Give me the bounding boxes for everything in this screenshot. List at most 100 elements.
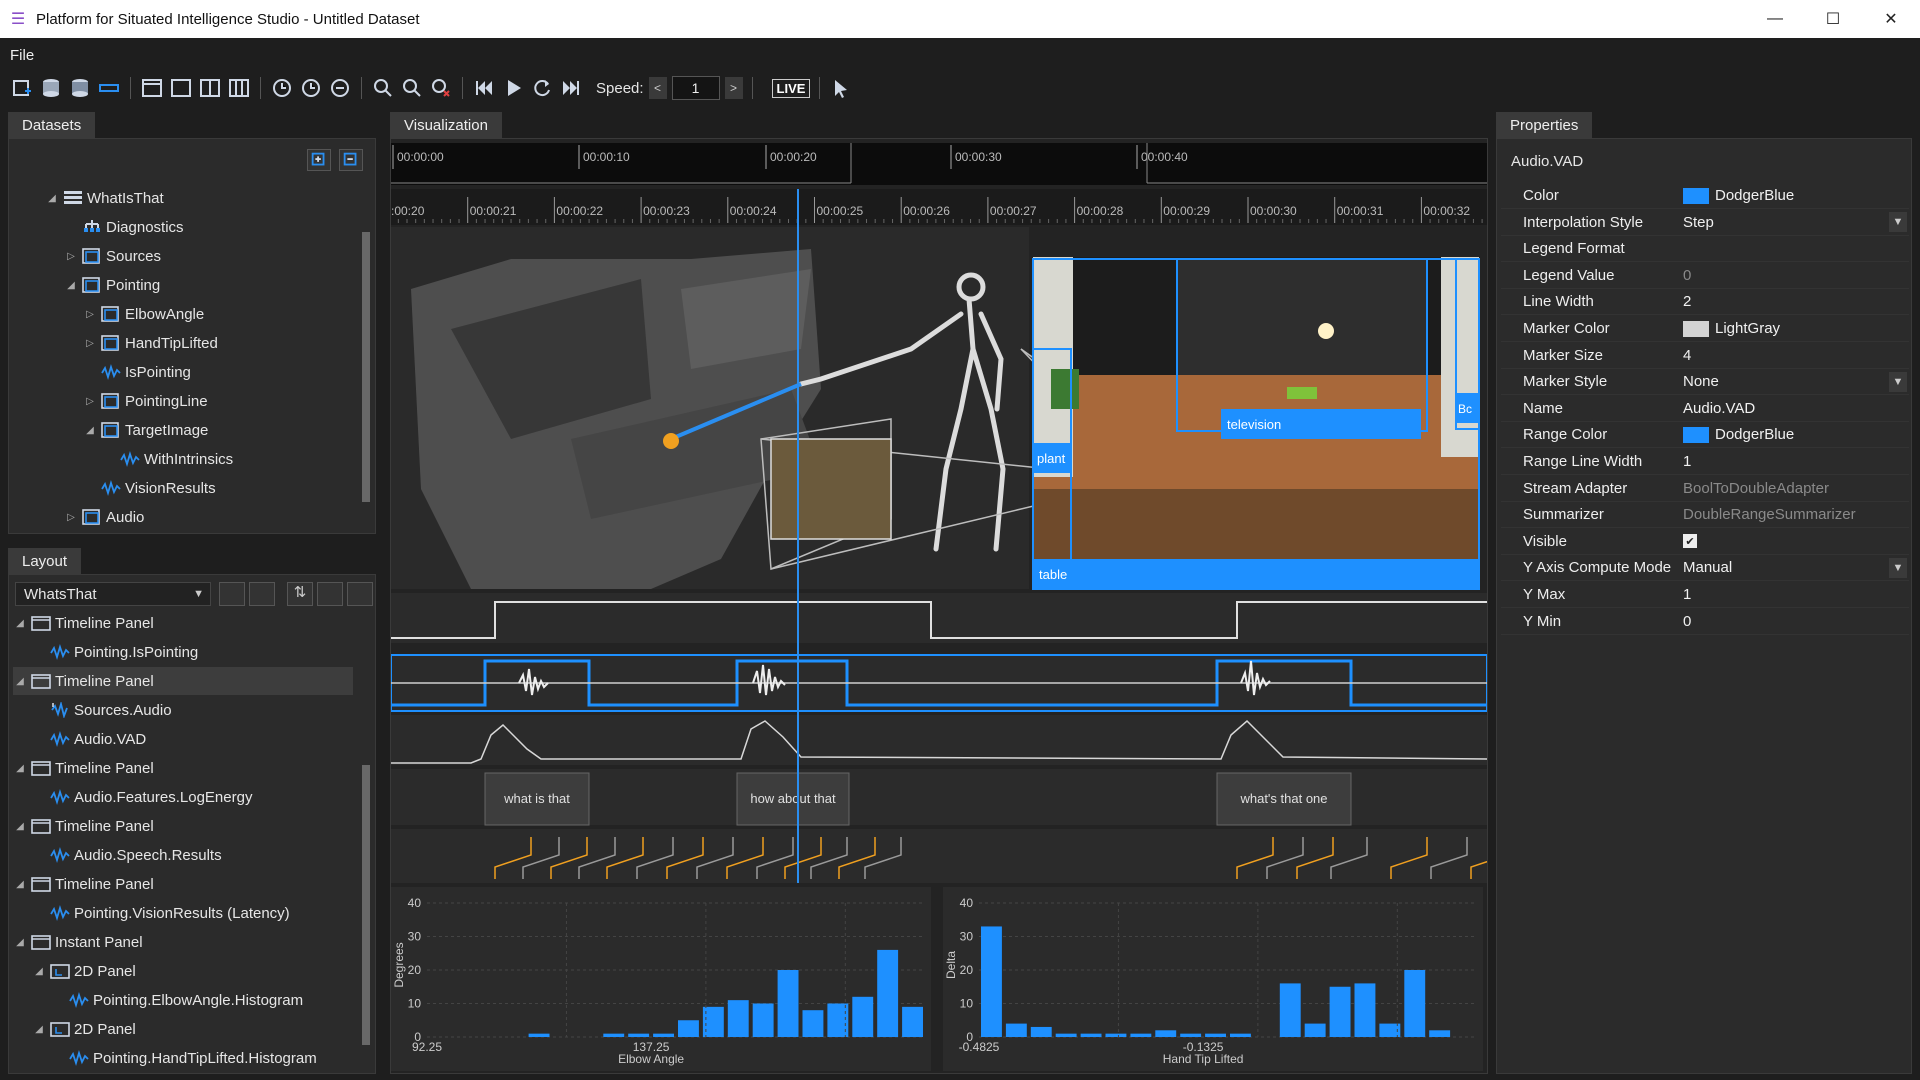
layout-tree-item[interactable]: ◢ 2D Panel (32, 1015, 136, 1043)
layout-tree-item[interactable]: ◢ Timeline Panel (13, 667, 353, 695)
property-value[interactable]: 1 (1677, 453, 1909, 470)
menu-file[interactable]: File (10, 47, 34, 64)
repeat-icon[interactable] (530, 76, 554, 100)
layout-tree-item[interactable]: Pointing.IsPointing (32, 638, 198, 666)
expander-icon[interactable]: ◢ (13, 763, 27, 774)
expander-icon[interactable]: ◢ (13, 821, 27, 832)
chevron-down-icon[interactable]: ▼ (1889, 371, 1907, 392)
insert-2d-panel-icon[interactable] (169, 76, 193, 100)
play-icon[interactable] (501, 76, 525, 100)
property-value[interactable]: BoolToDoubleAdapter (1677, 480, 1909, 497)
dataset-toolbar-button-1[interactable] (307, 149, 331, 171)
layout-tree-item[interactable]: ◢ Timeline Panel (13, 870, 154, 898)
save-layout-as-button[interactable] (249, 582, 275, 606)
dataset-tree-item[interactable]: ◢ Pointing (64, 271, 160, 299)
cursor-follows-mouse-icon[interactable] (829, 76, 853, 100)
chevron-down-icon[interactable]: ▼ (1889, 557, 1907, 578)
property-value[interactable]: 0 (1677, 267, 1909, 284)
timeline-panel-vision-latency[interactable] (391, 829, 1487, 883)
open-store-icon[interactable] (39, 76, 63, 100)
property-value[interactable]: 0 (1677, 613, 1909, 630)
dataset-tree-item[interactable]: VisionResults (83, 474, 216, 502)
sync-icon[interactable] (97, 76, 121, 100)
layout-tree-item[interactable]: Audio.VAD (32, 725, 146, 753)
tab-layout[interactable]: Layout (8, 548, 82, 574)
expander-icon[interactable]: ◢ (13, 676, 27, 687)
timeline-panel-log-energy[interactable] (391, 715, 1487, 765)
dataset-tree-item[interactable]: ▷ Audio (64, 503, 144, 531)
expander-icon[interactable]: ◢ (13, 618, 27, 629)
dataset-tree-item[interactable]: ◢ TargetImage (83, 416, 208, 444)
timeline-panel-speech-results[interactable]: what is that how about that what's that … (391, 769, 1487, 826)
insert-instant-panel-3-icon[interactable] (227, 76, 251, 100)
save-dataset-icon[interactable] (68, 76, 92, 100)
property-value[interactable]: 4 (1677, 347, 1909, 364)
session-time-icon[interactable] (299, 76, 323, 100)
collapse-all-button[interactable] (347, 582, 373, 606)
dataset-tree-item[interactable]: Diagnostics (64, 213, 184, 241)
dataset-scroll-thumb[interactable] (362, 232, 370, 502)
layout-tree-item[interactable]: ◢ Timeline Panel (13, 609, 154, 637)
property-value[interactable]: None (1677, 373, 1909, 390)
expander-icon[interactable]: ▷ (83, 338, 97, 349)
property-value[interactable]: 2 (1677, 293, 1909, 310)
layout-tree-item[interactable]: ◢ Instant Panel (13, 928, 142, 956)
expander-icon[interactable]: ◢ (64, 280, 78, 291)
layout-scroll-thumb[interactable] (362, 765, 370, 1045)
skip-to-end-icon[interactable] (559, 76, 583, 100)
layout-tree-item[interactable]: Pointing.HandTipLifted.Histogram (51, 1044, 317, 1072)
layout-tree-item[interactable]: Pointing.VisionResults (Latency) (32, 899, 290, 927)
sort-button[interactable]: ⇅ (287, 582, 313, 606)
tab-properties[interactable]: Properties (1496, 112, 1593, 138)
dataset-tree-item[interactable]: ▷ PointingLine (83, 387, 207, 415)
dataset-tree-item[interactable]: ◢ WhatIsThat (45, 184, 164, 212)
timeline-panel-is-pointing[interactable] (391, 593, 1487, 643)
property-value[interactable]: Manual (1677, 559, 1909, 576)
zoom-to-session-icon[interactable] (400, 76, 424, 100)
clear-selection-icon[interactable] (429, 76, 453, 100)
insert-timeline-panel-icon[interactable] (140, 76, 164, 100)
property-value[interactable]: ✔ (1677, 534, 1909, 549)
layout-tree-item[interactable]: ◢ 2D Panel (32, 957, 136, 985)
property-value[interactable]: 1 (1677, 586, 1909, 603)
tab-datasets[interactable]: Datasets (8, 112, 96, 138)
chevron-down-icon[interactable]: ▼ (1889, 212, 1907, 233)
absolute-time-icon[interactable] (270, 76, 294, 100)
dataset-tree-item[interactable]: ▷ ElbowAngle (83, 300, 204, 328)
dataset-tree-item[interactable]: IsPointing (83, 358, 191, 386)
visible-checkbox[interactable]: ✔ (1683, 534, 1697, 549)
layout-tree-item[interactable]: ◢ Timeline Panel (13, 754, 154, 782)
property-value[interactable]: LightGray (1677, 320, 1909, 337)
property-value[interactable]: DodgerBlue (1677, 187, 1909, 204)
speed-input[interactable]: 1 (671, 76, 720, 100)
live-button[interactable]: LIVE (771, 78, 811, 98)
expander-icon[interactable]: ▷ (83, 309, 97, 320)
skip-to-start-icon[interactable] (472, 76, 496, 100)
property-value[interactable]: DoubleRangeSummarizer (1677, 506, 1909, 523)
navigator-overview[interactable] (391, 143, 1487, 185)
layout-tree-item[interactable]: Sources.Audio (32, 696, 172, 724)
expander-icon[interactable]: ◢ (45, 193, 59, 204)
layout-tree-item[interactable]: Audio.Speech.Results (32, 841, 222, 869)
expander-icon[interactable]: ◢ (13, 879, 27, 890)
insert-instant-panel-2-icon[interactable] (198, 76, 222, 100)
maximize-button[interactable]: ☐ (1804, 0, 1862, 38)
property-value[interactable]: DodgerBlue (1677, 426, 1909, 443)
dataset-tree-item[interactable]: ▷ HandTipLifted (83, 329, 218, 357)
layout-tree-item[interactable]: Pointing.ElbowAngle.Histogram (51, 986, 303, 1014)
dataset-scrollbar[interactable] (361, 184, 371, 526)
timeline-time-icon[interactable] (328, 76, 352, 100)
save-layout-button[interactable] (219, 582, 245, 606)
tab-visualization[interactable]: Visualization (390, 112, 502, 138)
layout-select[interactable]: WhatsThat ▼ (15, 582, 211, 606)
speed-decrease-button[interactable]: < (648, 77, 667, 99)
expander-icon[interactable]: ◢ (13, 937, 27, 948)
expand-all-button[interactable] (317, 582, 343, 606)
expander-icon[interactable]: ◢ (32, 966, 46, 977)
timeline-panel-audio-vad[interactable] (391, 654, 1487, 712)
expander-icon[interactable]: ▷ (64, 251, 78, 262)
dataset-tree-item[interactable]: ▷ Sources (64, 242, 161, 270)
layout-tree-item[interactable]: Audio.Features.LogEnergy (32, 783, 252, 811)
new-dataset-icon[interactable] (10, 76, 34, 100)
expander-icon[interactable]: ◢ (32, 1024, 46, 1035)
